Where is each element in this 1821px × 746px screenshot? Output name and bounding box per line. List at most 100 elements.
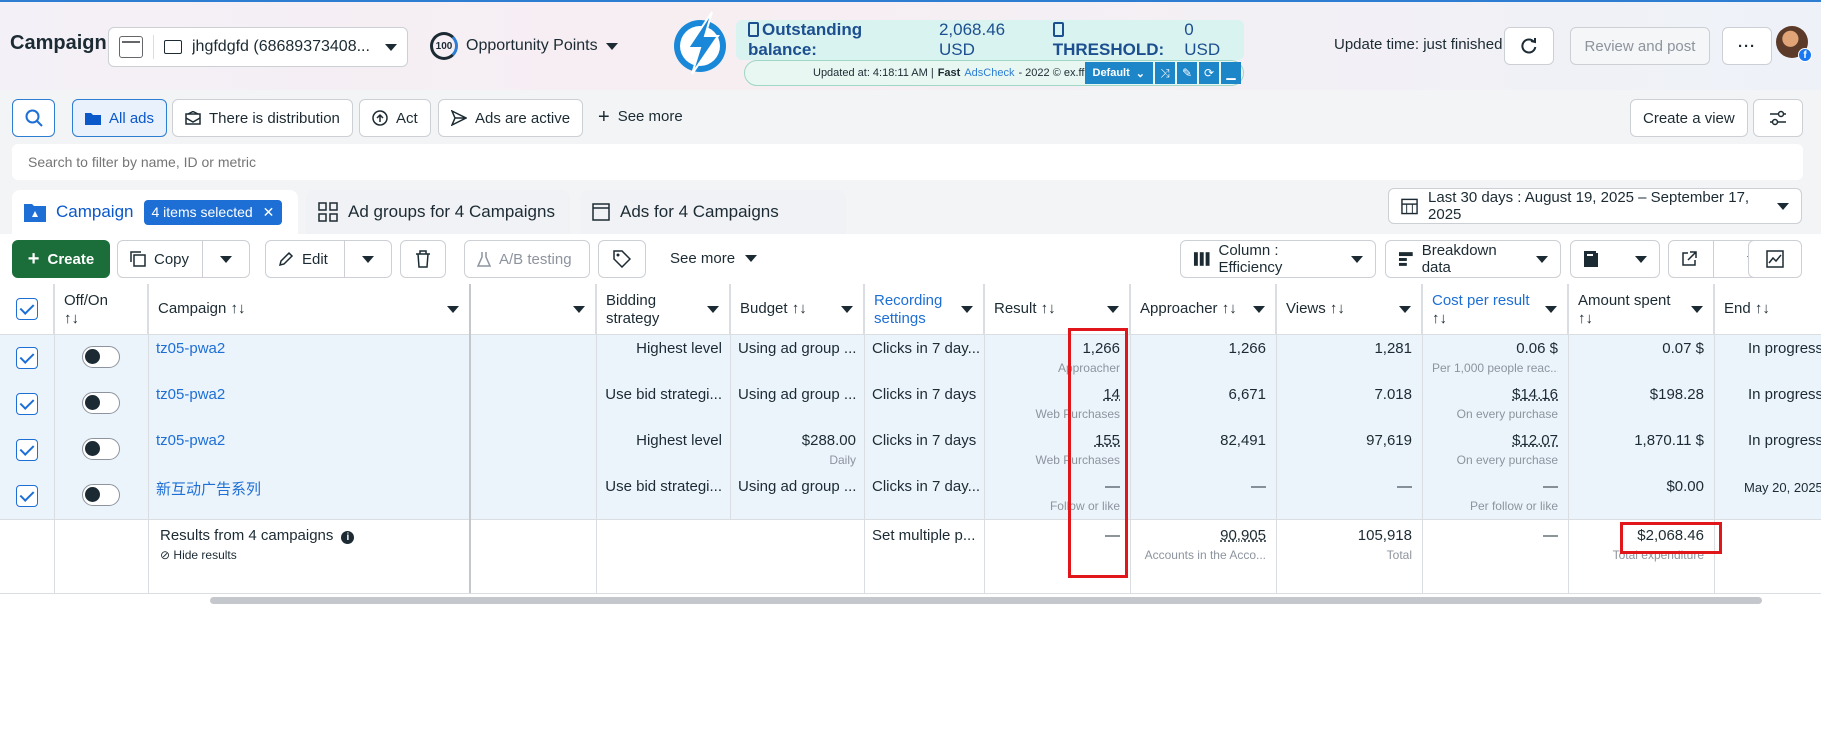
review-and-post-button[interactable]: Review and post: [1570, 27, 1710, 65]
hide-results-link[interactable]: ⊘ Hide results: [160, 548, 360, 562]
campaign-name-link[interactable]: tz05-pwa2: [156, 386, 456, 403]
ab-testing-label: A/B testing: [499, 250, 572, 268]
breakdown-button[interactable]: Breakdown data: [1385, 240, 1561, 278]
column-line: [54, 284, 55, 593]
campaign-name-link[interactable]: 新互动广告系列: [156, 478, 456, 499]
chevron-down-icon: [362, 255, 374, 263]
more-options-button[interactable]: ···: [1722, 27, 1772, 65]
reports-button[interactable]: [1570, 240, 1660, 278]
end-cell: In progress: [1748, 340, 1821, 357]
bidding-cell: Highest level: [636, 432, 722, 449]
spent-cell: 1,870.11 $: [1634, 432, 1704, 449]
profile-select[interactable]: Default ⌄: [1084, 62, 1153, 84]
horizontal-scrollbar[interactable]: [210, 597, 1762, 604]
header-amount-spent[interactable]: Amount spent ↑↓: [1568, 284, 1714, 334]
header-recording-settings[interactable]: Recording settings: [864, 284, 984, 334]
header-end[interactable]: End ↑↓: [1714, 284, 1821, 334]
close-icon[interactable]: ✕: [263, 204, 275, 221]
header-result[interactable]: Result ↑↓: [984, 284, 1130, 334]
select-all-checkbox[interactable]: [16, 298, 38, 320]
row-checkbox[interactable]: [16, 393, 38, 415]
distribution-label: There is distribution: [209, 109, 340, 127]
all-ads-filter[interactable]: All ads: [72, 99, 168, 137]
campaign-toggle[interactable]: [82, 484, 120, 506]
header-approacher[interactable]: Approacher ↑↓: [1130, 284, 1276, 334]
fast-text: Fast: [937, 67, 961, 79]
refresh-icon[interactable]: ⟳: [1199, 62, 1219, 84]
tab-campaign[interactable]: Campaign 4 items selected ✕: [12, 190, 298, 234]
selected-count-label: 4 items selected: [151, 204, 253, 220]
campaign-toggle[interactable]: [82, 392, 120, 414]
campaign-name-link[interactable]: tz05-pwa2: [156, 432, 456, 449]
ads-active-filter[interactable]: Ads are active: [438, 99, 584, 137]
threshold-value: 0 USD: [1184, 20, 1221, 59]
minimize-icon[interactable]: ▁: [1221, 62, 1241, 84]
info-icon[interactable]: i: [341, 531, 355, 544]
recording-cell: Clicks in 7 day...: [872, 340, 980, 357]
balance-item: Outstanding balance:: [748, 20, 927, 60]
campaign-name-link[interactable]: tz05-pwa2: [156, 340, 456, 357]
campaign-toggle[interactable]: [82, 438, 120, 460]
chevron-down-icon: [961, 306, 973, 313]
summary-approacher: 90,905: [1220, 527, 1266, 544]
header-cost-per-result[interactable]: Cost per result ↑↓: [1422, 284, 1568, 334]
shuffle-icon[interactable]: ⤨: [1155, 62, 1175, 84]
bidding-cell: Highest level: [636, 340, 722, 357]
header-select-all[interactable]: [0, 284, 54, 334]
ads-active-label: Ads are active: [475, 109, 571, 127]
row-checkbox[interactable]: [16, 347, 38, 369]
edit-icon[interactable]: ✎: [1177, 62, 1197, 84]
copy-dropdown-button[interactable]: [202, 240, 250, 278]
copy-button[interactable]: Copy: [117, 240, 203, 278]
edit-label: Edit: [302, 250, 328, 268]
ab-testing-button[interactable]: A/B testing: [464, 240, 590, 278]
avatar[interactable]: f: [1776, 26, 1812, 62]
budget-cell: Using ad group ...: [738, 386, 857, 403]
column-line: [148, 284, 149, 593]
opportunity-score-icon: 100: [430, 32, 458, 60]
see-more-filters[interactable]: + See more: [598, 107, 683, 127]
view-settings-button[interactable]: [1753, 99, 1803, 137]
account-selector[interactable]: jhgfdgfd (68689373408...: [108, 27, 408, 67]
refresh-button[interactable]: [1504, 27, 1554, 65]
row-checkbox[interactable]: [16, 485, 38, 507]
approacher-cell: 82,491: [1220, 432, 1266, 449]
opportunity-points[interactable]: 100 Opportunity Points: [430, 32, 618, 60]
tag-button[interactable]: [598, 240, 646, 278]
columns-button[interactable]: Column : Efficiency: [1180, 240, 1376, 278]
selected-count-chip[interactable]: 4 items selected ✕: [143, 199, 283, 225]
header-off-on-label: Off/On: [64, 292, 108, 309]
see-more-actions[interactable]: See more: [670, 250, 758, 267]
date-range-picker[interactable]: Last 30 days : August 19, 2025 – Septemb…: [1388, 188, 1802, 224]
header-campaign[interactable]: Campaign ↑↓: [148, 284, 470, 334]
envelope-icon: [185, 111, 201, 125]
distribution-filter[interactable]: There is distribution: [172, 99, 353, 137]
arrow-up-circle-icon: [372, 110, 388, 126]
header-budget[interactable]: Budget ↑↓: [730, 284, 864, 334]
grid-icon: [318, 202, 338, 222]
row-checkbox[interactable]: [16, 439, 38, 461]
hide-results-label: Hide results: [173, 548, 237, 562]
strip-controls: Default ⌄ ⤨ ✎ ⟳ ▁: [1084, 62, 1241, 84]
create-button[interactable]: + Create: [12, 240, 110, 278]
delete-button[interactable]: [400, 240, 446, 278]
chevron-down-icon: [1635, 255, 1647, 263]
header-bidding-strategy[interactable]: Bidding strategy: [596, 284, 730, 334]
adscheck-link[interactable]: AdsCheck: [964, 67, 1014, 79]
header-bidding-label-2: strategy: [606, 310, 660, 327]
search-input[interactable]: [12, 144, 1803, 180]
cpr-cell: —: [1543, 478, 1558, 495]
header-views[interactable]: Views ↑↓: [1276, 284, 1422, 334]
header-off-on[interactable]: Off/On ↑↓: [54, 284, 148, 334]
act-filter[interactable]: Act: [359, 99, 431, 137]
create-view-button[interactable]: Create a view: [1630, 99, 1748, 137]
sort-icon: ↑↓: [64, 310, 79, 327]
search-button[interactable]: [12, 99, 55, 137]
header-hidden-column[interactable]: [470, 284, 596, 334]
charts-button[interactable]: [1748, 240, 1802, 278]
tab-ad-groups[interactable]: Ad groups for 4 Campaigns: [306, 190, 570, 234]
edit-button[interactable]: Edit: [265, 240, 345, 278]
campaign-toggle[interactable]: [82, 346, 120, 368]
edit-dropdown-button[interactable]: [344, 240, 392, 278]
tab-ads[interactable]: Ads for 4 Campaigns: [580, 190, 846, 234]
